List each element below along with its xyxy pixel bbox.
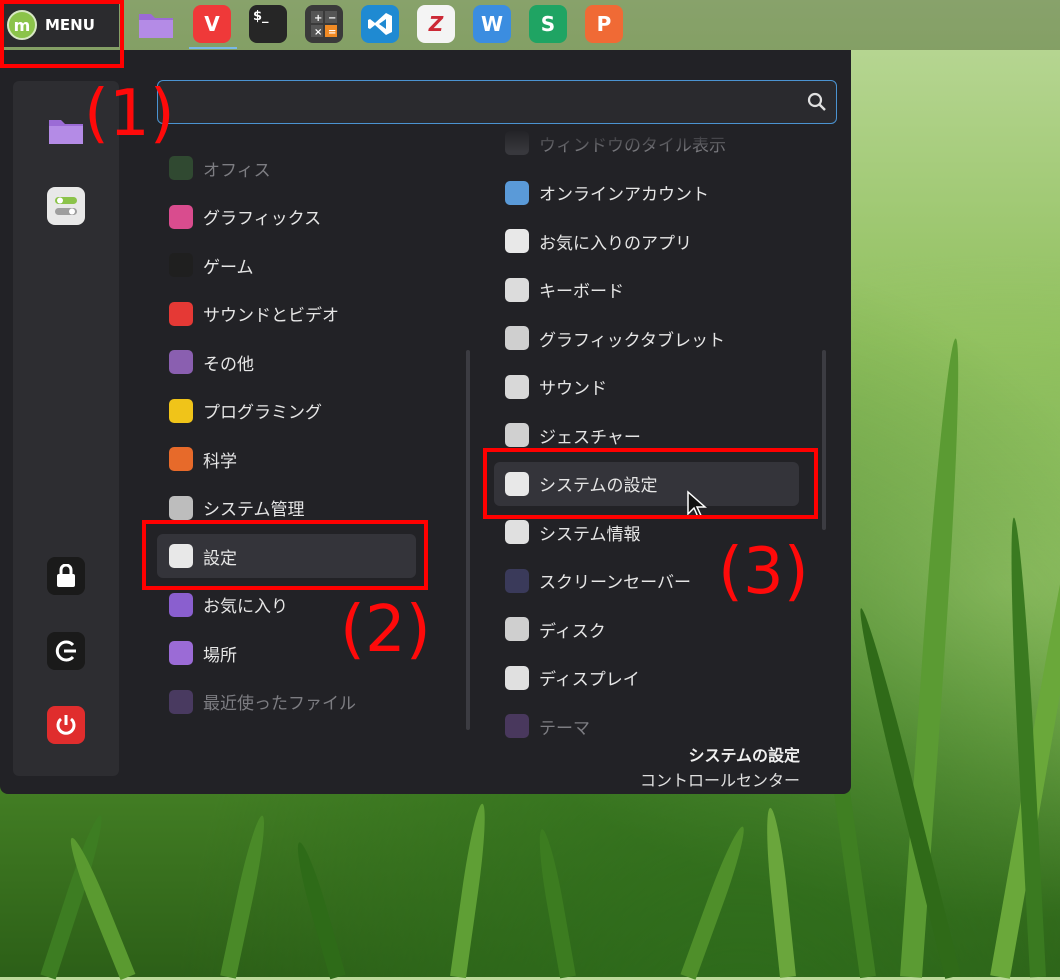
display-icon bbox=[505, 665, 529, 690]
application-item[interactable]: キーボード bbox=[494, 268, 799, 312]
app-description-title: システムの設定 bbox=[688, 746, 800, 765]
taskbar-spreadsheets-icon[interactable]: S bbox=[529, 5, 567, 43]
svg-text:+: + bbox=[314, 13, 322, 24]
active-app-indicator bbox=[189, 47, 237, 49]
annotation-step-3: (3) bbox=[718, 535, 809, 609]
graphics-icon bbox=[169, 204, 193, 229]
application-item[interactable]: グラフィックタブレット bbox=[494, 316, 799, 360]
application-label: テーマ bbox=[539, 718, 590, 739]
category-label: その他 bbox=[203, 354, 254, 375]
category-item[interactable]: その他 bbox=[157, 340, 416, 384]
game-icon bbox=[169, 253, 193, 277]
sidebar-settings-icon[interactable] bbox=[47, 187, 85, 225]
application-label: キーボード bbox=[539, 282, 624, 302]
online-accounts-icon bbox=[505, 180, 529, 205]
places-icon bbox=[169, 641, 193, 665]
other-icon bbox=[169, 350, 193, 374]
application-label: ディスク bbox=[539, 621, 606, 642]
highlight-box-menu bbox=[0, 0, 124, 68]
search-input[interactable] bbox=[157, 80, 837, 124]
shutdown-icon[interactable] bbox=[47, 706, 85, 744]
favorites-icon bbox=[169, 592, 193, 617]
gesture-icon bbox=[505, 423, 529, 447]
system-info-icon bbox=[505, 520, 529, 544]
category-scrollbar[interactable] bbox=[466, 350, 470, 730]
sound-video-icon bbox=[169, 301, 193, 326]
taskbar-files-icon[interactable] bbox=[137, 5, 175, 43]
disks-icon bbox=[505, 617, 529, 641]
sound-icon bbox=[505, 374, 529, 399]
category-item[interactable]: 最近使ったファイル bbox=[157, 680, 416, 724]
taskbar-calculator-icon[interactable]: + − × = bbox=[305, 5, 343, 43]
svg-text:−: − bbox=[328, 13, 336, 24]
category-label: お気に入り bbox=[203, 597, 288, 617]
application-item[interactable]: ディスク bbox=[494, 607, 799, 651]
category-item[interactable]: プログラミング bbox=[157, 389, 416, 433]
category-label: 科学 bbox=[203, 451, 237, 472]
search-icon bbox=[807, 92, 826, 111]
application-item[interactable]: オンラインアカウント bbox=[494, 171, 799, 215]
application-item[interactable]: お気に入りのアプリ bbox=[494, 219, 799, 263]
taskbar-vscode-icon[interactable] bbox=[361, 5, 399, 43]
top-panel: m MENU V $_ + − × = Z W S P bbox=[0, 0, 1060, 50]
highlight-box-settings-category bbox=[142, 520, 428, 590]
sidebar-files-icon[interactable] bbox=[47, 111, 85, 149]
taskbar-writer-icon[interactable]: W bbox=[473, 5, 511, 43]
category-label: システム管理 bbox=[203, 500, 305, 520]
category-label: オフィス bbox=[203, 160, 271, 181]
annotation-step-2: (2) bbox=[340, 593, 431, 667]
annotation-step-1: (1) bbox=[84, 77, 175, 151]
category-item[interactable]: ゲーム bbox=[157, 243, 416, 287]
recent-files-icon bbox=[169, 689, 193, 714]
preferred-apps-icon bbox=[505, 229, 529, 253]
application-label: システム情報 bbox=[539, 524, 641, 545]
office-icon bbox=[169, 156, 193, 180]
taskbar-vivaldi-icon[interactable]: V bbox=[193, 5, 231, 43]
keyboard-icon bbox=[505, 277, 529, 302]
application-label: ディスプレイ bbox=[539, 670, 640, 690]
screensaver-icon bbox=[505, 568, 529, 593]
science-icon bbox=[169, 447, 193, 471]
programming-icon bbox=[169, 398, 193, 423]
application-label: お気に入りのアプリ bbox=[539, 233, 692, 254]
category-item[interactable]: オフィス bbox=[157, 146, 416, 190]
application-item[interactable]: ディスプレイ bbox=[494, 656, 799, 700]
lock-screen-icon[interactable] bbox=[47, 557, 85, 595]
category-item[interactable]: 科学 bbox=[157, 437, 416, 481]
list-fade bbox=[494, 130, 814, 152]
category-label: 最近使ったファイル bbox=[203, 694, 356, 714]
category-label: プログラミング bbox=[203, 403, 322, 423]
application-label: サウンド bbox=[539, 379, 607, 399]
logout-icon[interactable] bbox=[47, 632, 85, 670]
category-item[interactable]: グラフィックス bbox=[157, 195, 416, 239]
favorites-sidebar bbox=[13, 81, 119, 776]
application-label: オンラインアカウント bbox=[539, 185, 709, 205]
category-label: サウンドとビデオ bbox=[203, 306, 339, 326]
themes-icon bbox=[505, 714, 529, 738]
application-menu: オフィスグラフィックス ゲームサウンドとビデオ その他プログラミング 科学システム管理… bbox=[0, 50, 851, 794]
svg-text:=: = bbox=[328, 27, 336, 38]
application-label: ジェスチャー bbox=[539, 427, 641, 448]
application-label: グラフィックタブレット bbox=[539, 330, 725, 351]
app-description-subtitle: コントロールセンター bbox=[639, 771, 800, 790]
application-scrollbar[interactable] bbox=[822, 350, 826, 530]
svg-text:×: × bbox=[314, 27, 322, 38]
taskbar-zotero-icon[interactable]: Z bbox=[417, 5, 455, 43]
category-label: ゲーム bbox=[203, 257, 254, 278]
category-label: グラフィックス bbox=[203, 209, 322, 229]
application-item[interactable]: サウンド bbox=[494, 365, 799, 409]
category-label: 場所 bbox=[203, 645, 237, 666]
application-label: スクリーンセーバー bbox=[539, 573, 691, 593]
system-admin-icon bbox=[169, 495, 193, 520]
taskbar-terminal-icon[interactable]: $_ bbox=[249, 5, 287, 43]
tablet-icon bbox=[505, 326, 529, 350]
highlight-box-system-settings bbox=[483, 448, 818, 519]
taskbar-presentation-icon[interactable]: P bbox=[585, 5, 623, 43]
category-item[interactable]: サウンドとビデオ bbox=[157, 292, 416, 336]
